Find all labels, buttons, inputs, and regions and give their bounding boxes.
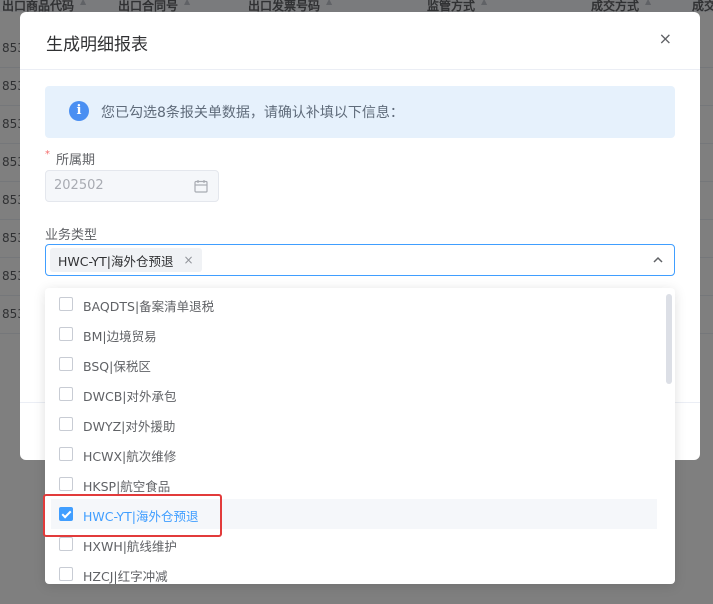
- alert-message: 您已勾选8条报关单数据，请确认补填以下信息：: [101, 105, 404, 121]
- period-label-text: 所属期: [56, 153, 96, 168]
- checkbox[interactable]: [59, 297, 73, 311]
- business-type-select[interactable]: HWC-YT|海外仓预退 ×: [45, 244, 675, 276]
- dropdown-option[interactable]: HXWH|航线维护: [51, 529, 657, 559]
- period-field: [45, 170, 219, 202]
- period-label: * 所属期: [45, 149, 95, 168]
- chevron-up-icon[interactable]: [652, 254, 664, 266]
- selected-tag: HWC-YT|海外仓预退 ×: [50, 248, 202, 272]
- dialog-header: 生成明细报表 ×: [20, 12, 700, 70]
- checkbox[interactable]: [59, 567, 73, 581]
- option-label: HXWH|航线维护: [83, 539, 177, 554]
- checkbox[interactable]: [59, 387, 73, 401]
- option-label: HZCJ|红字冲减: [83, 569, 168, 584]
- dropdown-scrollbar[interactable]: [666, 294, 672, 384]
- checkbox[interactable]: [59, 537, 73, 551]
- tag-close-icon[interactable]: ×: [184, 253, 194, 267]
- dropdown-option[interactable]: DWCB|对外承包: [51, 379, 657, 409]
- info-alert: i 您已勾选8条报关单数据，请确认补填以下信息：: [45, 86, 675, 138]
- period-input: [54, 178, 184, 193]
- dropdown-option[interactable]: HCWX|航次维修: [51, 439, 657, 469]
- checkbox-checked[interactable]: [59, 507, 73, 521]
- checkbox[interactable]: [59, 357, 73, 371]
- checkbox[interactable]: [59, 417, 73, 431]
- required-mark: *: [45, 149, 50, 160]
- option-label: DWCB|对外承包: [83, 389, 177, 404]
- option-label: HCWX|航次维修: [83, 449, 177, 464]
- checkbox[interactable]: [59, 447, 73, 461]
- business-type-dropdown: BAQDTS|备案清单退税 BM|边境贸易 BSQ|保税区 DWCB|对外承包 …: [45, 288, 675, 584]
- close-icon[interactable]: ×: [659, 30, 672, 48]
- dropdown-option[interactable]: BM|边境贸易: [51, 319, 657, 349]
- selected-tag-label: HWC-YT|海外仓预退: [58, 253, 174, 269]
- option-label: HKSP|航空食品: [83, 479, 171, 494]
- option-label: BM|边境贸易: [83, 329, 157, 344]
- info-icon: i: [69, 101, 89, 121]
- option-label: BAQDTS|备案清单退税: [83, 299, 215, 314]
- dialog-title: 生成明细报表: [46, 35, 148, 55]
- dropdown-option[interactable]: HKSP|航空食品: [51, 469, 657, 499]
- dropdown-option[interactable]: BSQ|保税区: [51, 349, 657, 379]
- dropdown-option-selected[interactable]: HWC-YT|海外仓预退: [51, 499, 657, 529]
- checkbox[interactable]: [59, 477, 73, 491]
- option-label: BSQ|保税区: [83, 359, 151, 374]
- dropdown-option[interactable]: BAQDTS|备案清单退税: [51, 289, 657, 319]
- dropdown-option[interactable]: HZCJ|红字冲减: [51, 559, 657, 584]
- checkbox[interactable]: [59, 327, 73, 341]
- calendar-icon: [194, 180, 208, 193]
- business-type-label: 业务类型: [45, 228, 98, 243]
- option-label: DWYZ|对外援助: [83, 419, 176, 434]
- dropdown-option[interactable]: DWYZ|对外援助: [51, 409, 657, 439]
- option-label: HWC-YT|海外仓预退: [83, 509, 199, 524]
